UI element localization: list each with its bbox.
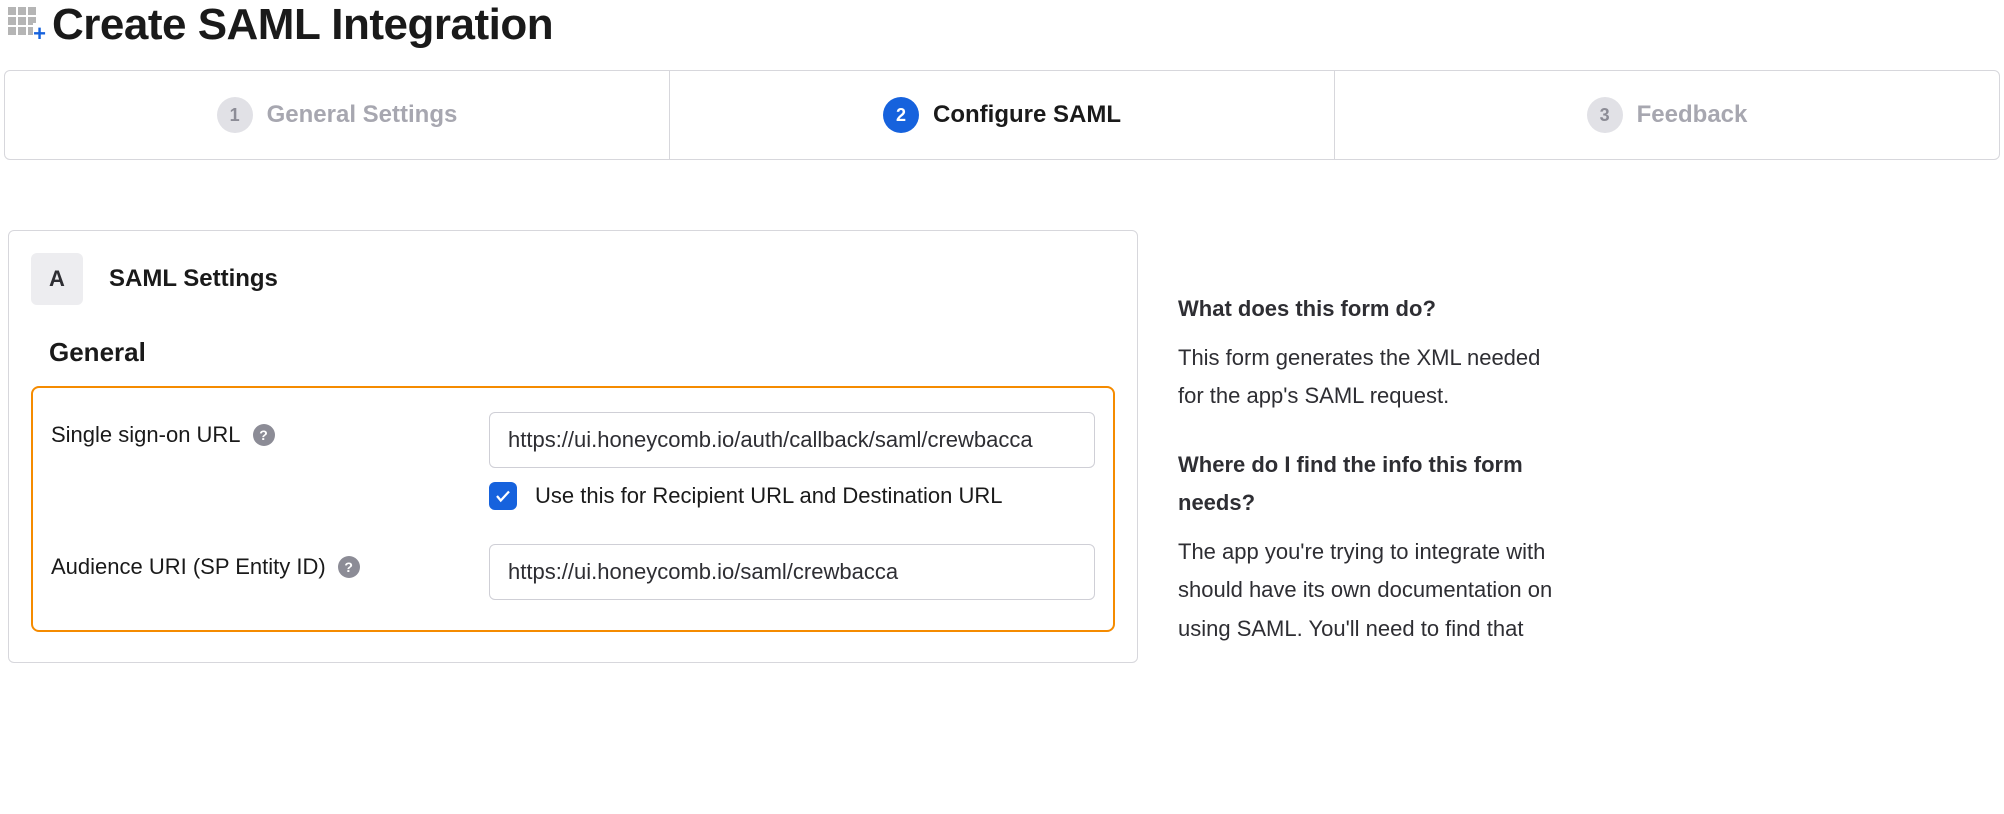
section-badge: A: [31, 253, 83, 305]
step-number: 1: [217, 97, 253, 133]
help-icon[interactable]: ?: [253, 424, 275, 446]
sso-url-input[interactable]: [489, 412, 1095, 468]
step-label: Configure SAML: [933, 101, 1121, 129]
use-for-recipient-label: Use this for Recipient URL and Destinati…: [535, 483, 1003, 509]
use-for-recipient-checkbox[interactable]: [489, 482, 517, 510]
subsection-title: General: [49, 337, 1115, 368]
help-heading-1: What does this form do?: [1178, 290, 1558, 329]
help-text-2: The app you're trying to integrate with …: [1178, 533, 1558, 649]
help-heading-2: Where do I find the info this form needs…: [1178, 446, 1558, 523]
side-help-panel: What does this form do? This form genera…: [1178, 230, 1558, 678]
step-label: Feedback: [1637, 101, 1748, 129]
step-general-settings[interactable]: 1 General Settings: [5, 71, 670, 159]
app-grid-icon: +: [8, 7, 44, 43]
saml-settings-panel: A SAML Settings General Single sign-on U…: [8, 230, 1138, 663]
audience-uri-input[interactable]: [489, 544, 1095, 600]
step-label: General Settings: [267, 101, 458, 129]
section-title: SAML Settings: [109, 265, 278, 293]
help-text-1: This form generates the XML needed for t…: [1178, 339, 1558, 416]
sso-url-label: Single sign-on URL: [51, 422, 241, 448]
step-configure-saml[interactable]: 2 Configure SAML: [670, 71, 1335, 159]
page-title: Create SAML Integration: [52, 0, 553, 50]
check-icon: [494, 487, 512, 505]
help-icon[interactable]: ?: [338, 556, 360, 578]
plus-icon: +: [33, 23, 46, 45]
audience-uri-label: Audience URI (SP Entity ID): [51, 554, 326, 580]
wizard-steps: 1 General Settings 2 Configure SAML 3 Fe…: [4, 70, 2000, 160]
general-fields-highlight: Single sign-on URL ? Use this for Recipi…: [31, 386, 1115, 632]
step-number: 3: [1587, 97, 1623, 133]
step-feedback[interactable]: 3 Feedback: [1335, 71, 1999, 159]
step-number: 2: [883, 97, 919, 133]
